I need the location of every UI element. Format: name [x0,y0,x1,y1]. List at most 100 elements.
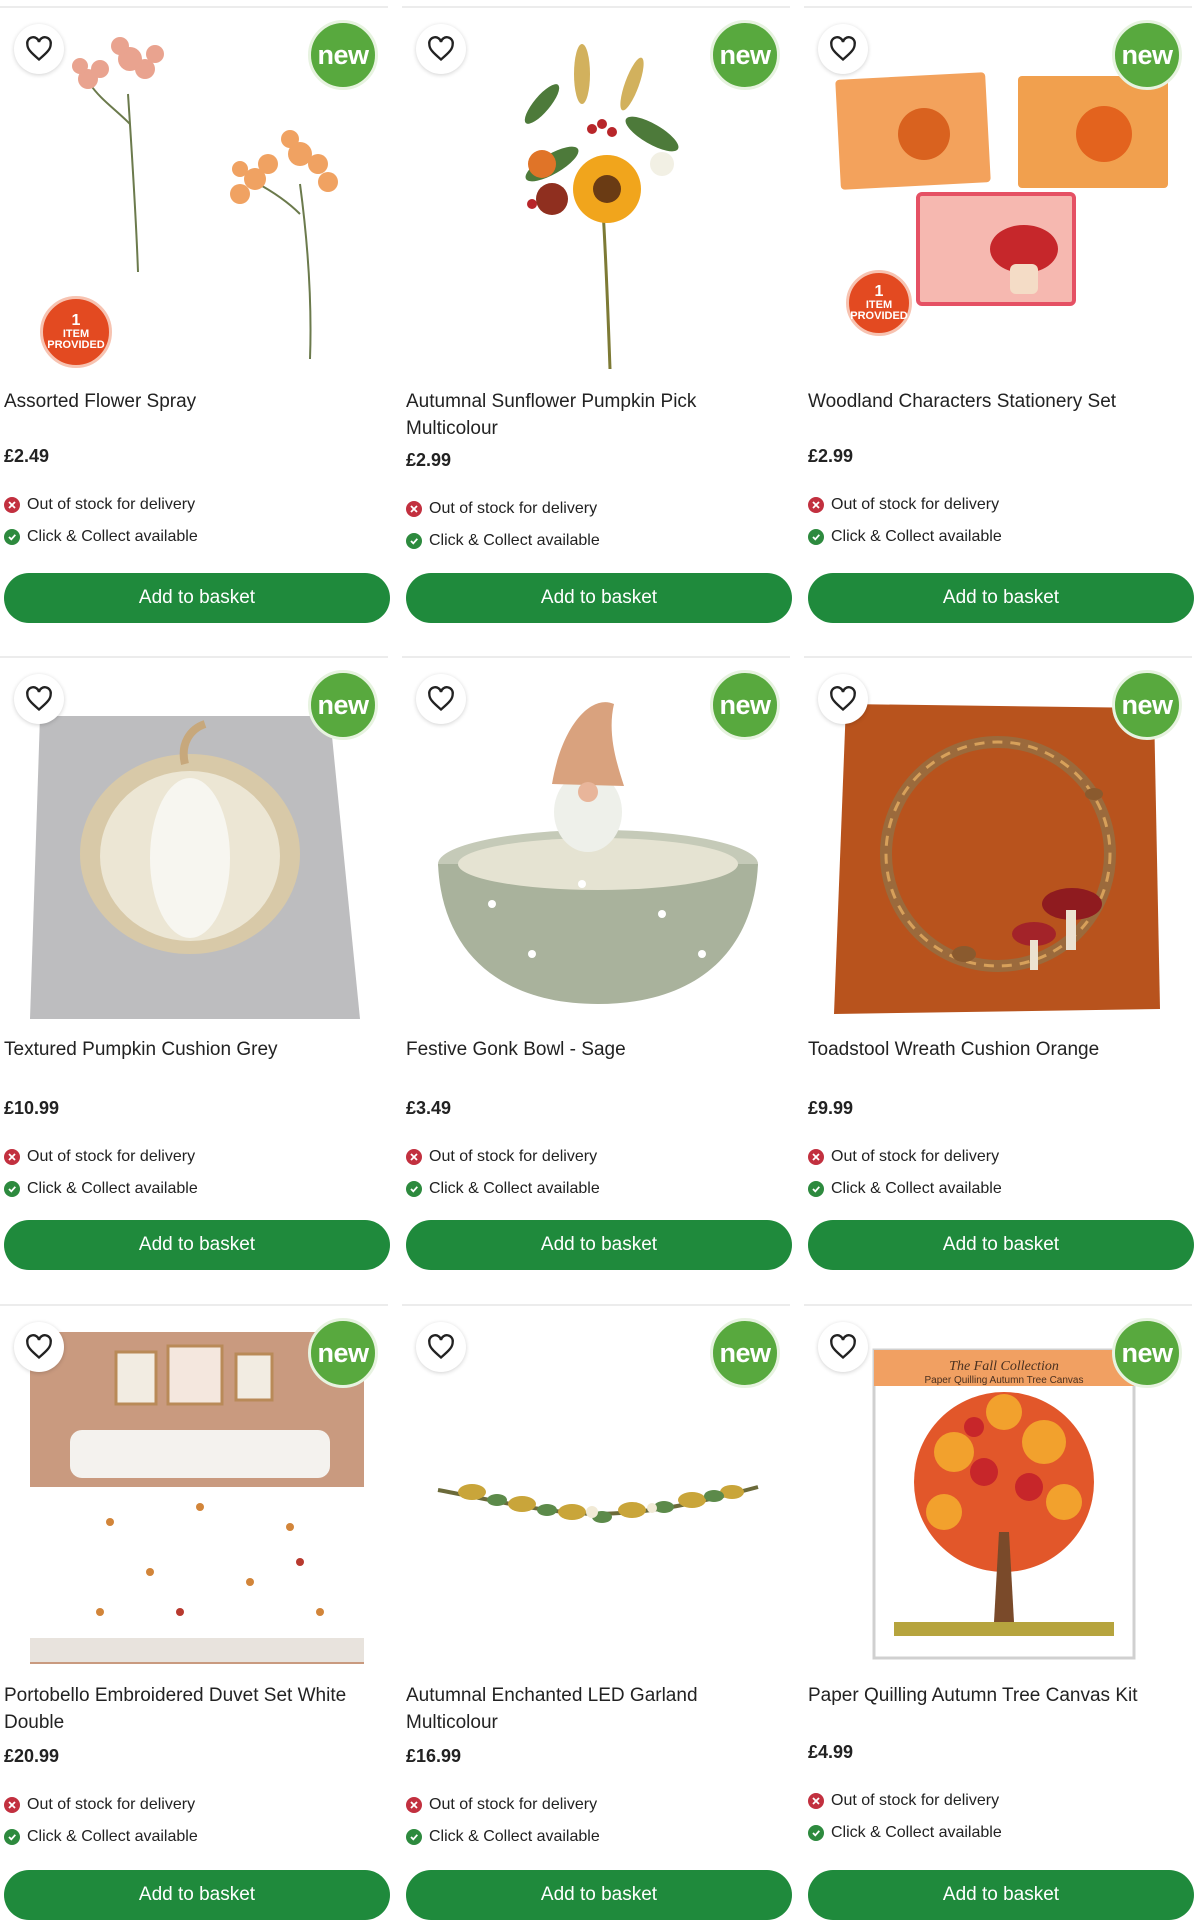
product-price: £16.99 [406,1746,462,1766]
wishlist-heart-icon[interactable] [14,674,64,724]
divider [0,656,388,658]
collect-status: Click & Collect available [808,528,1002,546]
product-price: £3.49 [406,1098,452,1118]
new-badge: new [1112,1318,1182,1388]
product-title[interactable]: Paper Quilling Autumn Tree Canvas Kit [808,1682,1188,1709]
out-of-stock-icon [406,1149,422,1165]
wishlist-heart-icon[interactable] [14,24,64,74]
divider [804,6,1192,8]
out-of-stock-icon [4,1149,20,1165]
wishlist-heart-icon[interactable] [416,24,466,74]
product-price: £9.99 [808,1098,854,1118]
collect-status: Click & Collect available [4,1180,198,1198]
product-title[interactable]: Autumnal Sunflower Pumpkin Pick Multicol… [406,388,786,442]
divider [0,6,388,8]
product-title[interactable]: Toadstool Wreath Cushion Orange [808,1036,1188,1063]
product-grid: new 1 ITEM PROVIDED Assorted Flower Spra… [0,0,1200,1928]
product-card: new Autumnal Enchanted LED Garland Multi… [402,1304,792,1924]
available-check-icon [4,529,20,545]
out-of-stock-icon [406,1797,422,1813]
collect-status: Click & Collect available [406,1828,600,1846]
product-price: £2.49 [4,446,50,466]
product-card: new Festive Gonk Bowl - Sage £3.49 Out o… [402,656,792,1276]
add-to-basket-button[interactable]: Add to basket [4,573,390,623]
out-of-stock-icon [406,501,422,517]
add-to-basket-button[interactable]: Add to basket [406,1220,792,1270]
new-badge: new [308,670,378,740]
canvas-kit-subtitle: Paper Quilling Autumn Tree Canvas [925,1375,1084,1386]
available-check-icon [808,1825,824,1841]
product-title[interactable]: Portobello Embroidered Duvet Set White D… [4,1682,384,1736]
available-check-icon [406,533,422,549]
available-check-icon [808,529,824,545]
delivery-status: Out of stock for delivery [4,1796,195,1814]
add-to-basket-button[interactable]: Add to basket [808,1870,1194,1920]
new-badge: new [1112,20,1182,90]
add-to-basket-button[interactable]: Add to basket [4,1870,390,1920]
out-of-stock-icon [4,497,20,513]
new-badge: new [710,670,780,740]
wishlist-heart-icon[interactable] [14,1322,64,1372]
divider [804,656,1192,658]
divider [402,656,790,658]
add-to-basket-button[interactable]: Add to basket [808,1220,1194,1270]
out-of-stock-icon [808,497,824,513]
out-of-stock-icon [808,1793,824,1809]
delivery-status: Out of stock for delivery [808,1792,999,1810]
delivery-status: Out of stock for delivery [4,496,195,514]
delivery-status: Out of stock for delivery [406,1148,597,1166]
product-title[interactable]: Assorted Flower Spray [4,388,384,415]
divider [402,6,790,8]
delivery-status: Out of stock for delivery [808,496,999,514]
product-title[interactable]: Festive Gonk Bowl - Sage [406,1036,786,1063]
add-to-basket-button[interactable]: Add to basket [406,573,792,623]
product-price: £10.99 [4,1098,60,1118]
wishlist-heart-icon[interactable] [416,1322,466,1372]
collect-status: Click & Collect available [4,528,198,546]
new-badge: new [308,1318,378,1388]
out-of-stock-icon [4,1797,20,1813]
product-price: £2.99 [808,446,854,466]
product-card: new Autumnal Sunflower Pumpkin Pick Mult… [402,6,792,626]
product-card: new Textured Pumpkin Cushion Grey £10.99… [0,656,390,1276]
out-of-stock-icon [808,1149,824,1165]
collect-status: Click & Collect available [406,532,600,550]
delivery-status: Out of stock for delivery [406,500,597,518]
new-badge: new [1112,670,1182,740]
product-card: The Fall Collection Paper Quilling Autum… [804,1304,1194,1924]
product-price: £20.99 [4,1746,60,1766]
wishlist-heart-icon[interactable] [416,674,466,724]
new-badge: new [308,20,378,90]
available-check-icon [808,1181,824,1197]
divider [804,1304,1192,1306]
available-check-icon [4,1829,20,1845]
divider [402,1304,790,1306]
wishlist-heart-icon[interactable] [818,24,868,74]
available-check-icon [406,1181,422,1197]
product-card: new Toadstool Wreath Cushion Orange £9.9… [804,656,1194,1276]
product-card: new 1 ITEM PROVIDED Assorted Flower Spra… [0,6,390,626]
add-to-basket-button[interactable]: Add to basket [406,1870,792,1920]
canvas-kit-title: The Fall Collection [949,1359,1059,1374]
new-badge: new [710,20,780,90]
delivery-status: Out of stock for delivery [4,1148,195,1166]
product-title[interactable]: Autumnal Enchanted LED Garland Multicolo… [406,1682,786,1736]
add-to-basket-button[interactable]: Add to basket [808,573,1194,623]
collect-status: Click & Collect available [4,1828,198,1846]
divider [0,1304,388,1306]
new-badge: new [710,1318,780,1388]
available-check-icon [4,1181,20,1197]
item-provided-badge: 1 ITEM PROVIDED [40,296,112,368]
product-price: £4.99 [808,1742,854,1762]
delivery-status: Out of stock for delivery [808,1148,999,1166]
product-card: new 1 ITEM PROVIDED Woodland Characters … [804,6,1194,626]
product-title[interactable]: Woodland Characters Stationery Set [808,388,1188,415]
delivery-status: Out of stock for delivery [406,1796,597,1814]
wishlist-heart-icon[interactable] [818,1322,868,1372]
collect-status: Click & Collect available [808,1180,1002,1198]
add-to-basket-button[interactable]: Add to basket [4,1220,390,1270]
wishlist-heart-icon[interactable] [818,674,868,724]
available-check-icon [406,1829,422,1845]
product-title[interactable]: Textured Pumpkin Cushion Grey [4,1036,384,1063]
collect-status: Click & Collect available [406,1180,600,1198]
